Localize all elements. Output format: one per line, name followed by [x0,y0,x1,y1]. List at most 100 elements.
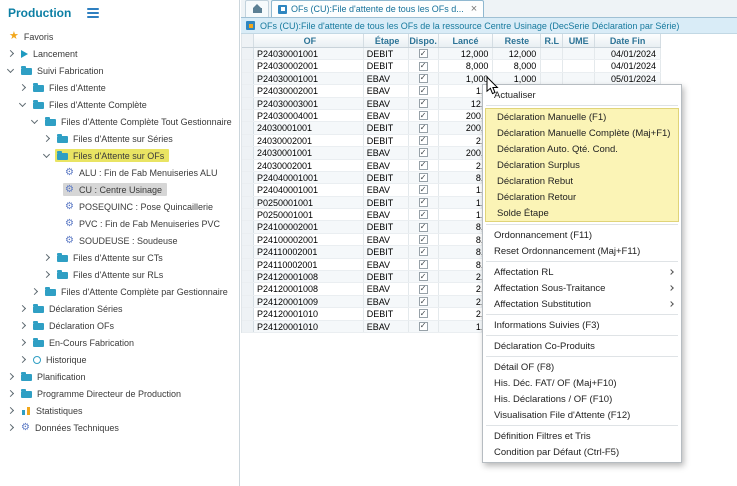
cell-etape[interactable]: DEBIT [364,60,409,71]
cell-etape[interactable]: EBAV [364,296,409,307]
menu-item-solde-etape[interactable]: Solde Étape [486,205,678,221]
sidebar-item-resource-pvc[interactable]: ⚙PVC : Fin de Fab Menuiseries PVC [0,215,239,232]
header-ume[interactable]: UME [563,34,595,47]
cell-of[interactable]: P24030001001 [254,48,364,59]
chevron-right-icon[interactable] [7,407,14,414]
chevron-right-icon[interactable] [19,339,26,346]
close-tab-icon[interactable]: × [471,4,477,15]
cell-of[interactable]: P24030002001 [254,60,364,71]
dispo-checkbox[interactable] [419,322,428,331]
dispo-checkbox[interactable] [419,173,428,182]
chevron-right-icon[interactable] [7,424,14,431]
dispo-checkbox[interactable] [419,99,428,108]
chevron-right-icon[interactable] [19,305,26,312]
dispo-checkbox[interactable] [419,148,428,157]
cell-etape[interactable]: DEBIT [364,271,409,282]
cell-etape[interactable]: EBAV [364,98,409,109]
menu-item-his-declarations-of[interactable]: His. Déclarations / OF (F10) [483,391,681,407]
dispo-checkbox[interactable] [419,223,428,232]
cell-lance[interactable]: 1,000 [439,73,494,84]
cell-datefin[interactable]: 04/01/2024 [595,48,661,59]
active-tab[interactable]: OFs (CU):File d'attente de tous les OFs … [271,0,484,17]
cell-etape[interactable]: DEBIT [364,122,409,133]
sidebar-item-declaration-ofs[interactable]: Déclaration OFs [0,317,239,334]
cell-etape[interactable]: DEBIT [364,197,409,208]
cell-lance[interactable]: 8,000 [439,60,494,71]
dispo-checkbox[interactable] [419,260,428,269]
menu-item-declaration-manuelle-complete[interactable]: Déclaration Manuelle Complète (Maj+F1) [486,125,678,141]
row-selector[interactable] [242,122,254,133]
cell-ume[interactable] [563,60,595,71]
row-selector[interactable] [242,135,254,146]
sidebar-item-statistiques[interactable]: Statistiques [0,402,239,419]
menu-item-declaration-retour[interactable]: Déclaration Retour [486,189,678,205]
sidebar-item-declaration-series[interactable]: Déclaration Séries [0,300,239,317]
chevron-right-icon[interactable] [7,50,14,57]
dispo-checkbox[interactable] [419,309,428,318]
chevron-right-icon[interactable] [43,135,50,142]
dispo-checkbox[interactable] [419,297,428,306]
cell-of[interactable]: 24030002001 [254,160,364,171]
chevron-down-icon[interactable] [43,151,50,158]
cell-etape[interactable]: EBAV [364,73,409,84]
row-selector[interactable] [242,221,254,232]
cell-reste[interactable]: 8,000 [493,60,541,71]
header-of[interactable]: OF [254,34,364,47]
cell-of[interactable]: P24120001009 [254,296,364,307]
sidebar-item-en-cours-fabrication[interactable]: En-Cours Fabrication [0,334,239,351]
cell-of[interactable]: P24100002001 [254,234,364,245]
row-selector[interactable] [242,60,254,71]
cell-of[interactable]: 24030001001 [254,122,364,133]
cell-of[interactable]: 24030002001 [254,135,364,146]
cell-of[interactable]: P24030003001 [254,98,364,109]
menu-item-detail-of[interactable]: Détail OF (F8) [483,359,681,375]
menu-item-declaration-co-produits[interactable]: Déclaration Co-Produits [483,338,681,354]
cell-of[interactable]: P0250001001 [254,209,364,220]
sidebar-item-files-attente-sur-ofs[interactable]: Files d'Attente sur OFs [0,147,239,164]
cell-of[interactable]: P24120001010 [254,321,364,332]
cell-etape[interactable]: DEBIT [364,246,409,257]
menu-item-affectation-substitution[interactable]: Affectation Substitution [483,296,681,312]
cell-etape[interactable]: EBAV [364,110,409,121]
chevron-right-icon[interactable] [43,254,50,261]
row-selector[interactable] [242,234,254,245]
sidebar-item-files-attente-complete[interactable]: Files d'Attente Complète [0,96,239,113]
dispo-checkbox[interactable] [419,111,428,120]
cell-of[interactable]: P24110002001 [254,259,364,270]
menu-item-declaration-rebut[interactable]: Déclaration Rebut [486,173,678,189]
chevron-right-icon[interactable] [19,322,26,329]
row-selector[interactable] [242,184,254,195]
cell-etape[interactable]: EBAV [364,209,409,220]
chevron-down-icon[interactable] [7,66,14,73]
dispo-checkbox[interactable] [419,185,428,194]
menu-item-informations-suivies[interactable]: Informations Suivies (F3) [483,317,681,333]
cell-etape[interactable]: EBAV [364,147,409,158]
header-etape[interactable]: Étape [364,34,409,47]
chevron-down-icon[interactable] [31,117,38,124]
menu-item-ordonnancement[interactable]: Ordonnancement (F11) [483,227,681,243]
cell-reste[interactable]: 12,000 [493,48,541,59]
cell-etape[interactable]: DEBIT [364,48,409,59]
cell-of[interactable]: P24120001008 [254,283,364,294]
menu-item-declaration-surplus[interactable]: Déclaration Surplus [486,157,678,173]
dispo-checkbox[interactable] [419,247,428,256]
menu-item-definition-filtres-tris[interactable]: Définition Filtres et Tris [483,428,681,444]
menu-item-declaration-manuelle[interactable]: Déclaration Manuelle (F1) [486,109,678,125]
header-reste[interactable]: Reste [493,34,541,47]
cell-etape[interactable]: DEBIT [364,221,409,232]
cell-etape[interactable]: DEBIT [364,135,409,146]
row-selector[interactable] [242,296,254,307]
cell-etape[interactable]: EBAV [364,321,409,332]
sidebar-item-historique[interactable]: Historique [0,351,239,368]
chevron-right-icon[interactable] [19,84,26,91]
row-selector[interactable] [242,48,254,59]
cell-of[interactable]: 24030001001 [254,147,364,158]
chevron-right-icon[interactable] [19,356,26,363]
menu-item-affectation-rl[interactable]: Affectation RL [483,264,681,280]
sidebar-item-suivi-fabrication[interactable]: Suivi Fabrication [0,62,239,79]
dispo-checkbox[interactable] [419,136,428,145]
chevron-right-icon[interactable] [31,288,38,295]
chevron-right-icon[interactable] [7,373,14,380]
dispo-checkbox[interactable] [419,74,428,83]
chevron-down-icon[interactable] [19,100,26,107]
